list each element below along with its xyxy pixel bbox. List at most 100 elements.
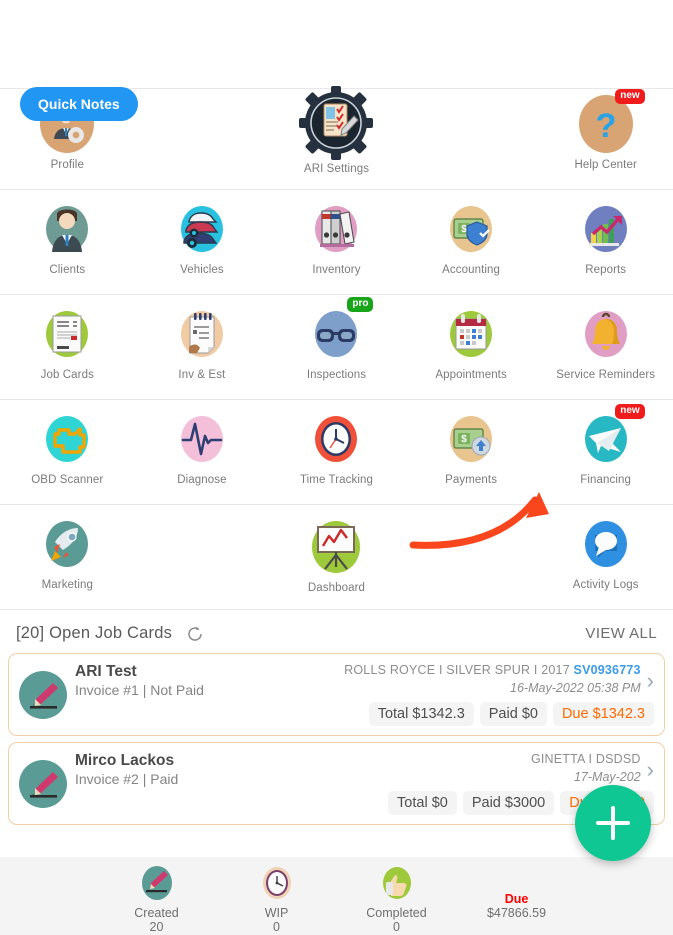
grid-item-job-cards[interactable]: Job Cards	[0, 305, 135, 391]
clock-icon	[309, 410, 363, 468]
grid-item-label: Dashboard	[307, 582, 366, 594]
grid-item-label: Reports	[585, 264, 627, 276]
bell-icon	[579, 305, 633, 363]
job-card-date: 17-May-202	[573, 770, 641, 784]
grid-item-label: Inventory	[312, 264, 361, 276]
grid-row-3: Job Cards Inv & Est pro Inspections Appo…	[0, 294, 673, 399]
job-card-right: GINETTA I DSDSD 17-May-202	[523, 752, 641, 784]
grid-row-4: OBD Scanner Diagnose Time Tracking $ Pay…	[0, 399, 673, 504]
grid-item-label: Activity Logs	[572, 579, 639, 591]
glasses-icon	[309, 305, 363, 363]
job-card-row[interactable]: Mirco Lackos Invoice #2 | Paid GINETTA I…	[8, 742, 665, 825]
quick-notes-button[interactable]: Quick Notes	[20, 87, 138, 121]
bottom-stat-label: Completed	[366, 906, 427, 920]
paid-pill: Paid $0	[479, 702, 547, 726]
grid-item-accounting[interactable]: $ Accounting	[404, 200, 539, 286]
grid-item-help-center[interactable]: ? new Help Center	[538, 89, 673, 181]
grid-item-obd-scanner[interactable]: OBD Scanner	[0, 410, 135, 496]
financing-icon-wrap: new	[579, 404, 645, 468]
grid-item-activity-logs[interactable]: Activity Logs	[538, 515, 673, 601]
module-grid: Quick Notes Profile ARI Settings ? new H…	[0, 86, 673, 609]
grid-item-label: Time Tracking	[299, 474, 374, 486]
grid-item-diagnose[interactable]: Diagnose	[135, 410, 270, 496]
ari-settings-icon-wrap	[298, 85, 374, 161]
job-card-line-1: Mirco Lackos Invoice #2 | Paid GINETTA I…	[75, 752, 654, 787]
pencil-icon	[139, 863, 175, 903]
grid-item-label: Marketing	[41, 579, 93, 591]
grid-item-payments[interactable]: $ Payments	[404, 410, 539, 496]
job-card-client-name: ARI Test	[75, 663, 137, 680]
chevron-right-icon[interactable]: ›	[647, 669, 654, 692]
bottom-stat-label: Created	[134, 906, 179, 920]
document-lines-icon	[40, 305, 94, 363]
new-badge: new	[615, 89, 645, 104]
grid-item-label: Inv & Est	[178, 369, 226, 381]
open-job-cards-header: [20] Open Job Cards VIEW ALL	[0, 609, 673, 653]
bottom-stat-value: 20	[149, 920, 164, 934]
dashboard-icon-wrap	[305, 515, 367, 579]
add-button-fab[interactable]	[575, 785, 651, 861]
grid-item-label: Diagnose	[177, 474, 227, 486]
diagnose-icon-wrap	[175, 410, 229, 468]
grid-item-appointments[interactable]: Appointments	[404, 305, 539, 391]
vehicles-icon-wrap	[175, 200, 229, 258]
total-pill: Total $0	[388, 791, 457, 815]
refresh-icon[interactable]	[186, 625, 204, 643]
job-card-line-1: ARI Test Invoice #1 | Not Paid ROLLS ROY…	[75, 663, 654, 698]
person-suit-icon	[40, 200, 94, 258]
grid-item-dashboard[interactable]: Dashboard	[269, 515, 404, 601]
open-job-cards-title: [20] Open Job Cards	[16, 624, 173, 642]
calendar-icon	[444, 305, 498, 363]
job-card-amounts: Total $0 Paid $3000 Due $-3000	[75, 791, 654, 815]
bottom-stat-value: $47866.59	[486, 906, 547, 920]
svg-text:$: $	[461, 224, 467, 235]
job-card-row[interactable]: ARI Test Invoice #1 | Not Paid ROLLS ROY…	[8, 653, 665, 736]
grid-item-vehicles[interactable]: Vehicles	[135, 200, 270, 286]
grid-row-1: Quick Notes Profile ARI Settings ? new H…	[0, 86, 673, 189]
grid-item-reports[interactable]: Reports	[538, 200, 673, 286]
bottom-stats-bar: Created 20 WIP 0 Completed 0 Due $47866.…	[0, 857, 673, 935]
chevron-right-icon[interactable]: ›	[647, 758, 654, 781]
grid-item-service-reminders[interactable]: Service Reminders	[538, 305, 673, 391]
rocket-icon	[40, 515, 94, 573]
grid-item-inv-est[interactable]: Inv & Est	[135, 305, 270, 391]
grid-item-marketing[interactable]: Marketing	[0, 515, 135, 601]
grid-item-label: Help Center	[574, 159, 637, 171]
grid-item-inspections[interactable]: pro Inspections	[269, 297, 404, 391]
grid-item-label: Inspections	[306, 369, 367, 381]
job-cards-icon-wrap	[40, 305, 94, 363]
grid-item-ari-settings[interactable]: ARI Settings	[269, 86, 404, 181]
bottom-stat-created[interactable]: Created 20	[111, 863, 203, 934]
vehicle-text: ROLLS ROYCE I SILVER SPUR I 2017	[344, 663, 574, 677]
clients-icon-wrap	[40, 200, 94, 258]
engine-icon	[40, 410, 94, 468]
binders-icon	[309, 200, 363, 258]
grid-item-label: Clients	[49, 264, 86, 276]
grid-item-label: Appointments	[435, 369, 507, 381]
bottom-stat-due: Due $47866.59	[471, 863, 563, 920]
grid-item-label: OBD Scanner	[31, 474, 104, 486]
service-reminders-icon-wrap	[579, 305, 633, 363]
inv-est-icon-wrap	[175, 305, 229, 363]
job-card-invoice-status: Invoice #2 | Paid	[75, 771, 179, 787]
grid-item-clients[interactable]: Clients	[0, 200, 135, 286]
grid-item-label: Payments	[445, 474, 498, 486]
svg-text:?: ?	[595, 107, 616, 145]
money-arrow-icon: $	[444, 410, 498, 468]
avatar	[19, 670, 67, 719]
grid-item-inventory[interactable]: Inventory	[269, 200, 404, 286]
grid-row-2: Clients Vehicles Inventory $ Accounting …	[0, 189, 673, 294]
obd-icon-wrap	[40, 410, 94, 468]
view-all-link[interactable]: VIEW ALL	[585, 625, 657, 642]
grid-item-label: Job Cards	[40, 369, 94, 381]
grid-item-financing[interactable]: new Financing	[538, 404, 673, 496]
bottom-stat-wip[interactable]: WIP 0	[231, 863, 323, 934]
avatar	[19, 759, 67, 808]
job-card-right: ROLLS ROYCE I SILVER SPUR I 2017 SV09367…	[336, 663, 641, 695]
bottom-stat-label: Due	[504, 892, 529, 906]
service-order-number: SV0936773	[573, 663, 641, 677]
grid-item-label: Financing	[580, 474, 632, 486]
grid-item-time-tracking[interactable]: Time Tracking	[269, 410, 404, 496]
paid-pill: Paid $3000	[462, 791, 555, 815]
bottom-stat-completed[interactable]: Completed 0	[351, 863, 443, 934]
